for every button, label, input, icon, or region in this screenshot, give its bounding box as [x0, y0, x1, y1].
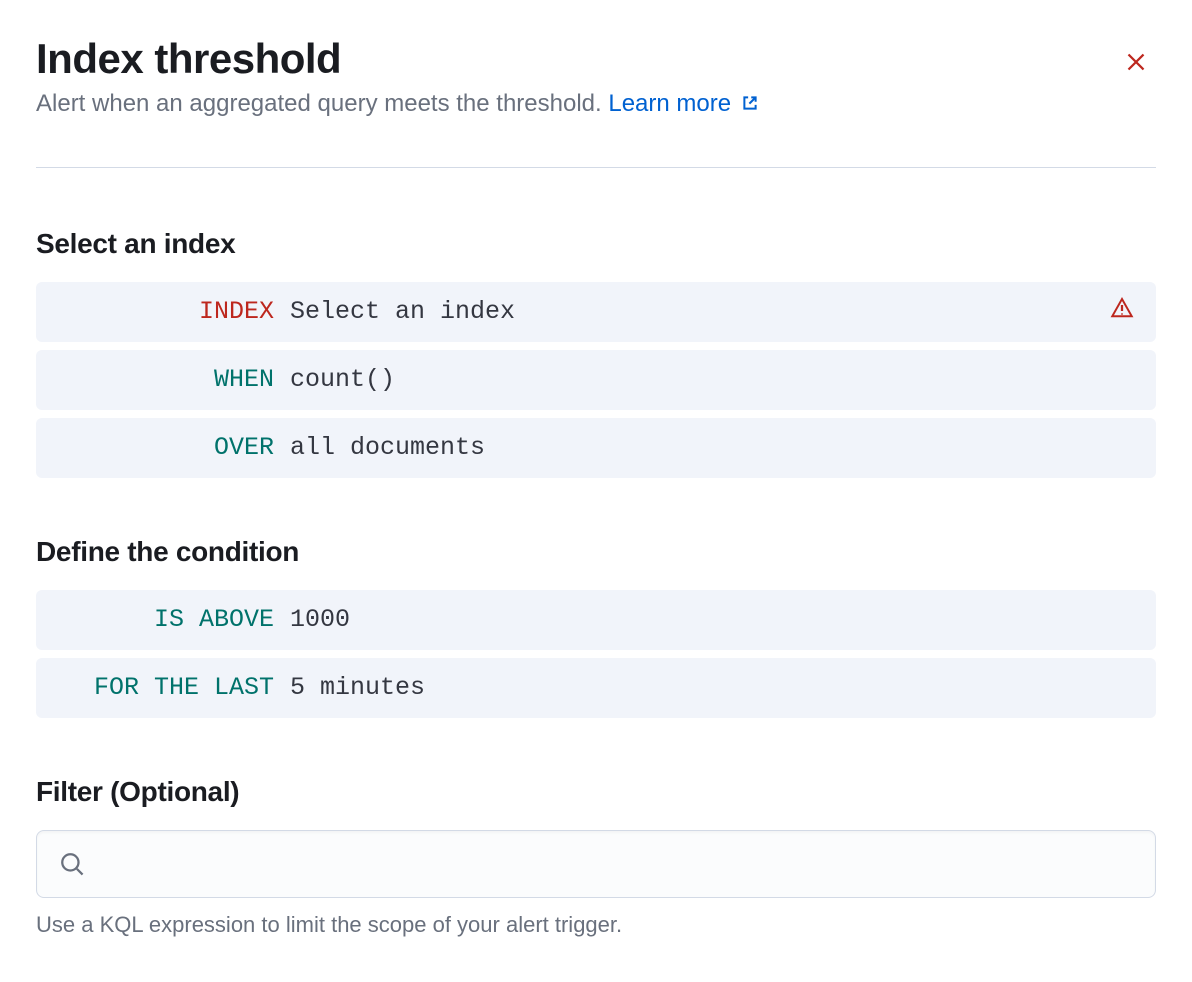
select-index-title: Select an index	[36, 228, 1156, 260]
over-value: all documents	[290, 433, 1134, 462]
filter-input[interactable]	[101, 851, 1133, 877]
section-select-index: Select an index INDEX Select an index WH…	[36, 228, 1156, 478]
when-keyword: WHEN	[58, 365, 290, 394]
is-above-value: 1000	[290, 605, 1134, 634]
is-above-expression-row[interactable]: IS ABOVE 1000	[36, 590, 1156, 650]
for-the-last-keyword: FOR THE LAST	[58, 673, 290, 702]
page-subtitle: Alert when an aggregated query meets the…	[36, 90, 760, 119]
for-the-last-expression-row[interactable]: FOR THE LAST 5 minutes	[36, 658, 1156, 718]
filter-help-text: Use a KQL expression to limit the scope …	[36, 912, 1156, 938]
section-filter: Filter (Optional) Use a KQL expression t…	[36, 776, 1156, 938]
for-the-last-value: 5 minutes	[290, 673, 1134, 702]
when-expression-row[interactable]: WHEN count()	[36, 350, 1156, 410]
warning-icon	[1110, 296, 1134, 328]
page-title: Index threshold	[36, 36, 760, 82]
over-expression-row[interactable]: OVER all documents	[36, 418, 1156, 478]
close-icon	[1124, 50, 1148, 74]
close-button[interactable]	[1116, 42, 1156, 85]
filter-input-container[interactable]	[36, 830, 1156, 898]
index-expression-row[interactable]: INDEX Select an index	[36, 282, 1156, 342]
when-value: count()	[290, 365, 1134, 394]
index-keyword: INDEX	[58, 297, 290, 326]
filter-title: Filter (Optional)	[36, 776, 1156, 808]
over-keyword: OVER	[58, 433, 290, 462]
learn-more-text: Learn more	[608, 90, 731, 117]
search-icon	[59, 851, 85, 877]
section-define-condition: Define the condition IS ABOVE 1000 FOR T…	[36, 536, 1156, 718]
is-above-keyword: IS ABOVE	[58, 605, 290, 634]
subtitle-text: Alert when an aggregated query meets the…	[36, 90, 608, 117]
learn-more-link[interactable]: Learn more	[608, 90, 759, 117]
divider	[36, 167, 1156, 168]
index-value: Select an index	[290, 297, 1110, 326]
external-link-icon	[740, 93, 760, 113]
define-condition-title: Define the condition	[36, 536, 1156, 568]
